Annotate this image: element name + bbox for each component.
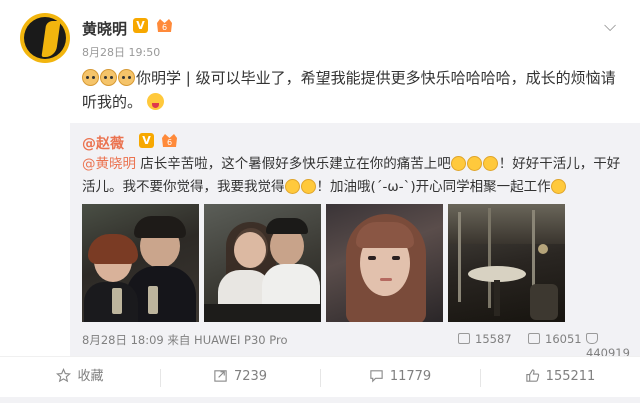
repost-text: @黄晓明 店长辛苦啦，这个暑假好多快乐建立在你的痛苦上吧 ！好好干活儿，干好活儿。… — [82, 153, 628, 199]
author-avatar[interactable] — [20, 13, 70, 63]
post-timestamp[interactable]: 8月28日 19:50 — [82, 44, 160, 60]
repost-share-count[interactable]: 15587 — [458, 332, 512, 346]
repost-text-part: 店长辛苦啦，这个暑假好多快乐建立在你的痛苦上吧 — [136, 156, 451, 172]
laugh-emoji-icon — [284, 179, 300, 194]
card-bottom-border — [0, 397, 640, 403]
laugh-emoji-icon — [482, 156, 498, 171]
repost-author-name[interactable]: @赵薇 — [82, 133, 124, 153]
member-crown-icon[interactable]: 6 — [155, 17, 174, 34]
share-icon — [458, 333, 470, 344]
cry-emoji-icon — [300, 179, 316, 194]
post-text: 你明学 | 级可以毕业了，希望我能提供更多快乐哈哈哈哈，成长的烦恼请听我的。 — [82, 66, 622, 114]
weibo-card: 黄晓明 V 6 8月28日 19:50 ⌵ 你明学 | 级可以毕业了，希望我能提… — [0, 0, 640, 403]
repost-meta[interactable]: 8月28日 18:09 来自 HUAWEI P30 Pro — [82, 332, 288, 348]
cat-emoji-icon — [118, 69, 135, 86]
svg-text:6: 6 — [162, 23, 167, 32]
reposted-content: @赵薇 V 6 @黄晓明 店长辛苦啦，这个暑假好多快乐建立在你的痛苦上吧 ！好好干… — [70, 123, 640, 360]
repost-text-part: ！加油哦(´-ω-`)开心同学相聚一起工作 — [316, 179, 551, 195]
smile-emoji-icon — [550, 179, 566, 194]
comment-count: 11779 — [389, 369, 432, 384]
thumbs-up-icon — [525, 369, 539, 382]
member-crown-icon[interactable]: 6 — [160, 132, 179, 149]
share-icon — [214, 370, 227, 382]
comment-icon — [528, 333, 540, 344]
star-icon — [56, 368, 72, 383]
mention-link[interactable]: @黄晓明 — [82, 156, 136, 172]
photo-thumbnail[interactable] — [448, 204, 565, 322]
repost-share-value: 15587 — [475, 332, 512, 346]
cat-emoji-icon — [100, 69, 117, 86]
favorite-label: 收藏 — [77, 369, 104, 384]
laugh-emoji-icon — [450, 156, 466, 171]
thumbs-up-icon — [586, 333, 598, 344]
author-name[interactable]: 黄晓明 — [82, 18, 127, 39]
photo-thumbnail[interactable] — [326, 204, 443, 322]
like-count: 155211 — [545, 369, 596, 384]
repost-count: 7239 — [233, 369, 268, 384]
repost-comment-value: 16051 — [545, 332, 582, 346]
repost-comment-count[interactable]: 16051 — [528, 332, 582, 346]
svg-text:6: 6 — [167, 138, 172, 147]
cat-emoji-icon — [82, 69, 99, 86]
more-options-chevron-icon[interactable]: ⌵ — [604, 16, 616, 36]
photo-thumbnail[interactable] — [82, 204, 199, 322]
verified-icon: V — [133, 18, 148, 33]
laugh-emoji-icon — [466, 156, 482, 171]
verified-icon: V — [139, 133, 154, 148]
comment-icon — [370, 370, 383, 383]
photo-thumbnail[interactable] — [204, 204, 321, 322]
tongue-emoji-icon — [146, 93, 164, 110]
